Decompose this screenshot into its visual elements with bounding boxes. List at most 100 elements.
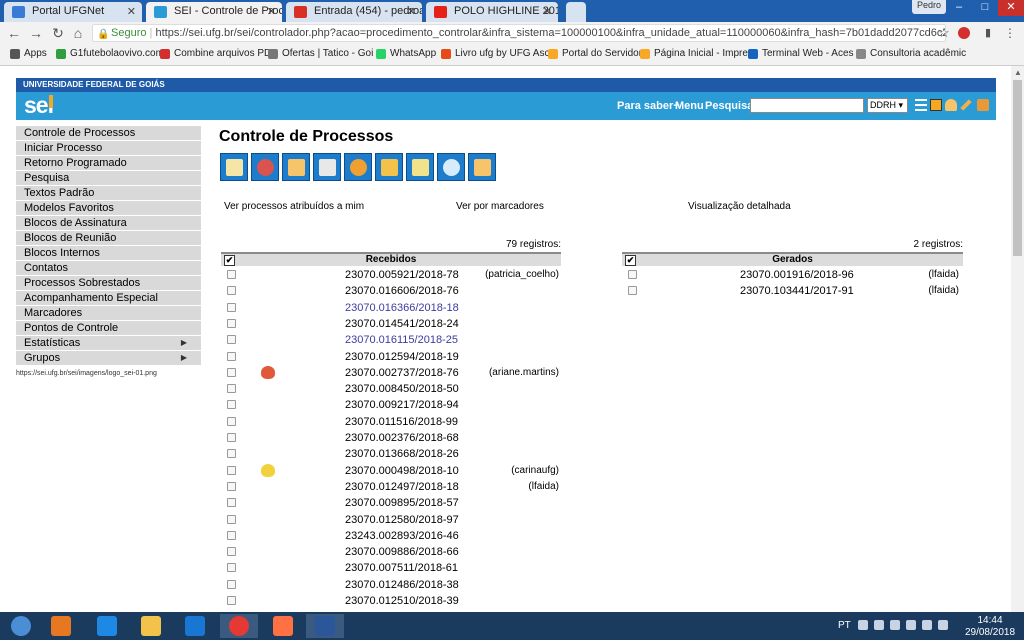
table-row[interactable]: 23070.009895/2018-57 <box>221 496 561 512</box>
row-checkbox[interactable] <box>227 481 236 491</box>
process-link[interactable]: 23070.009886/2018-66 <box>345 546 459 558</box>
sidebar-item[interactable]: Acompanhamento Especial <box>16 291 201 306</box>
row-checkbox[interactable] <box>227 351 236 361</box>
table-row[interactable]: 23070.011516/2018-99 <box>221 415 561 431</box>
pesquisa-link[interactable]: Pesquisa <box>705 100 753 112</box>
view-by-markers-link[interactable]: Ver por marcadores <box>456 201 544 212</box>
tools-icon[interactable] <box>960 99 972 111</box>
sidebar-item[interactable]: Blocos Internos <box>16 246 201 261</box>
bookmark-item[interactable]: Terminal Web - Aces <box>748 48 854 59</box>
table-row[interactable]: 23070.008450/2018-50 <box>221 382 561 398</box>
taskbar-outlook[interactable] <box>176 614 214 638</box>
tray-flag-icon[interactable] <box>938 620 948 630</box>
bookmark-item[interactable]: Ofertas | Tatico - Goi <box>268 48 373 59</box>
table-row[interactable]: 23070.012486/2018-38 <box>221 578 561 594</box>
taskbar-chrome[interactable] <box>220 614 258 638</box>
row-checkbox[interactable] <box>227 514 236 524</box>
process-link[interactable]: 23070.016366/2018-18 <box>345 302 459 314</box>
tray-up-icon[interactable] <box>858 620 868 630</box>
sidebar-item[interactable]: Processos Sobrestados <box>16 276 201 291</box>
search-input[interactable] <box>750 98 864 113</box>
browser-tab[interactable]: Portal UFGNet ✕ <box>4 2 142 22</box>
process-link[interactable]: 23070.008450/2018-50 <box>345 383 459 395</box>
page-scrollbar[interactable]: ▲ <box>1011 66 1024 612</box>
tray-volume-icon[interactable] <box>922 620 932 630</box>
table-row[interactable]: 23070.012510/2018-39 <box>221 594 561 610</box>
sidebar-item[interactable]: Grupos ▶ <box>16 351 201 366</box>
row-checkbox[interactable] <box>227 596 236 605</box>
row-checkbox[interactable] <box>227 465 236 475</box>
process-link[interactable]: 23070.009217/2018-94 <box>345 399 459 411</box>
clock-date[interactable]: 29/08/2018 <box>962 627 1018 638</box>
scroll-up-icon[interactable]: ▲ <box>1014 68 1022 77</box>
sidebar-item[interactable]: Modelos Favoritos <box>16 201 201 216</box>
process-link[interactable]: 23070.009895/2018-57 <box>345 497 459 509</box>
taskbar-internet-explorer[interactable] <box>88 614 126 638</box>
attach-button[interactable] <box>251 153 279 181</box>
row-checkbox[interactable] <box>227 384 236 394</box>
unit-select[interactable]: DDRH ▾ <box>867 98 908 113</box>
logout-icon[interactable] <box>977 99 989 111</box>
table-row[interactable]: 23070.103441/2017-91 (lfaida) <box>622 284 963 300</box>
process-link[interactable]: 23070.005921/2018-78 <box>345 269 459 281</box>
tray-network-icon[interactable] <box>874 620 884 630</box>
sidebar-item[interactable]: Pesquisa <box>16 171 201 186</box>
select-all-received-checkbox[interactable]: ✔ <box>224 255 235 266</box>
process-link[interactable]: 23070.012497/2018-18 <box>345 481 459 493</box>
table-row[interactable]: 23070.001916/2018-96 (lfaida) <box>622 268 963 284</box>
table-row[interactable]: 23070.012580/2018-97 <box>221 513 561 529</box>
sidebar-item[interactable]: Iniciar Processo <box>16 141 201 156</box>
marker-button[interactable] <box>468 153 496 181</box>
row-checkbox[interactable] <box>227 416 236 426</box>
list-icon[interactable] <box>915 99 927 111</box>
reload-icon[interactable]: ↻ <box>50 25 66 41</box>
row-checkbox[interactable] <box>227 318 236 328</box>
process-link[interactable]: 23070.000498/2018-10 <box>345 465 459 477</box>
sidebar-item[interactable]: Retorno Programado <box>16 156 201 171</box>
process-link[interactable]: 23070.011516/2018-99 <box>345 416 458 428</box>
table-row[interactable]: 23070.016606/2018-76 <box>221 284 561 300</box>
bookmark-item[interactable]: Consultoria acadêmic <box>856 48 966 59</box>
print-button[interactable] <box>313 153 341 181</box>
new-tab-button[interactable] <box>566 2 586 22</box>
adblock-icon[interactable] <box>958 27 970 39</box>
tab-close-icon[interactable]: ✕ <box>267 5 276 18</box>
row-checkbox[interactable] <box>227 286 236 296</box>
table-row[interactable]: 23070.009886/2018-66 <box>221 545 561 561</box>
tab-close-icon[interactable]: ✕ <box>407 5 416 18</box>
bookmark-item[interactable]: Apps <box>10 48 47 59</box>
browser-tab[interactable]: POLO HIGHLINE 2019 ✕ <box>426 2 558 22</box>
minimize-button[interactable]: – <box>946 0 972 16</box>
row-checkbox[interactable] <box>227 579 236 589</box>
sidebar-item[interactable]: Blocos de Assinatura <box>16 216 201 231</box>
table-row[interactable]: 23243.002893/2016-46 <box>221 529 561 545</box>
process-link[interactable]: 23070.007511/2018-61 <box>345 562 458 574</box>
process-link[interactable]: 23243.002893/2016-46 <box>345 530 459 542</box>
row-checkbox[interactable] <box>227 367 236 377</box>
new-document-button[interactable] <box>437 153 465 181</box>
menu-dots-icon[interactable]: ⋮ <box>1002 25 1018 41</box>
detailed-view-link[interactable]: Visualização detalhada <box>688 201 791 212</box>
row-checkbox[interactable] <box>227 270 236 279</box>
maximize-button[interactable]: □ <box>972 0 998 16</box>
process-link[interactable]: 23070.013668/2018-26 <box>345 448 459 460</box>
sidebar-item[interactable]: Contatos <box>16 261 201 276</box>
notes-icon[interactable] <box>930 99 942 111</box>
process-link[interactable]: 23070.012594/2018-19 <box>345 351 459 363</box>
tray-language[interactable]: PT <box>838 620 851 631</box>
process-link[interactable]: 23070.103441/2017-91 <box>740 285 854 297</box>
process-link[interactable]: 23070.012486/2018-38 <box>345 579 459 591</box>
table-row[interactable]: 23070.000498/2018-10 (carinaufg) <box>221 463 561 480</box>
menu-link[interactable]: Menu <box>675 100 704 112</box>
table-row[interactable]: 23070.013668/2018-26 <box>221 447 561 463</box>
bookmark-item[interactable]: Portal do Servidor <box>548 48 642 59</box>
row-checkbox[interactable] <box>227 530 236 540</box>
tab-close-icon[interactable]: ✕ <box>543 5 552 18</box>
process-link[interactable]: 23070.012580/2018-97 <box>345 514 459 526</box>
process-link[interactable]: 23070.014541/2018-24 <box>345 318 459 330</box>
process-link[interactable]: 23070.002737/2018-76 <box>345 367 459 379</box>
table-row[interactable]: 23070.012594/2018-19 <box>221 350 561 366</box>
scroll-thumb[interactable] <box>1013 80 1022 256</box>
taskbar-word[interactable] <box>306 614 344 638</box>
suspend-button[interactable] <box>344 153 372 181</box>
